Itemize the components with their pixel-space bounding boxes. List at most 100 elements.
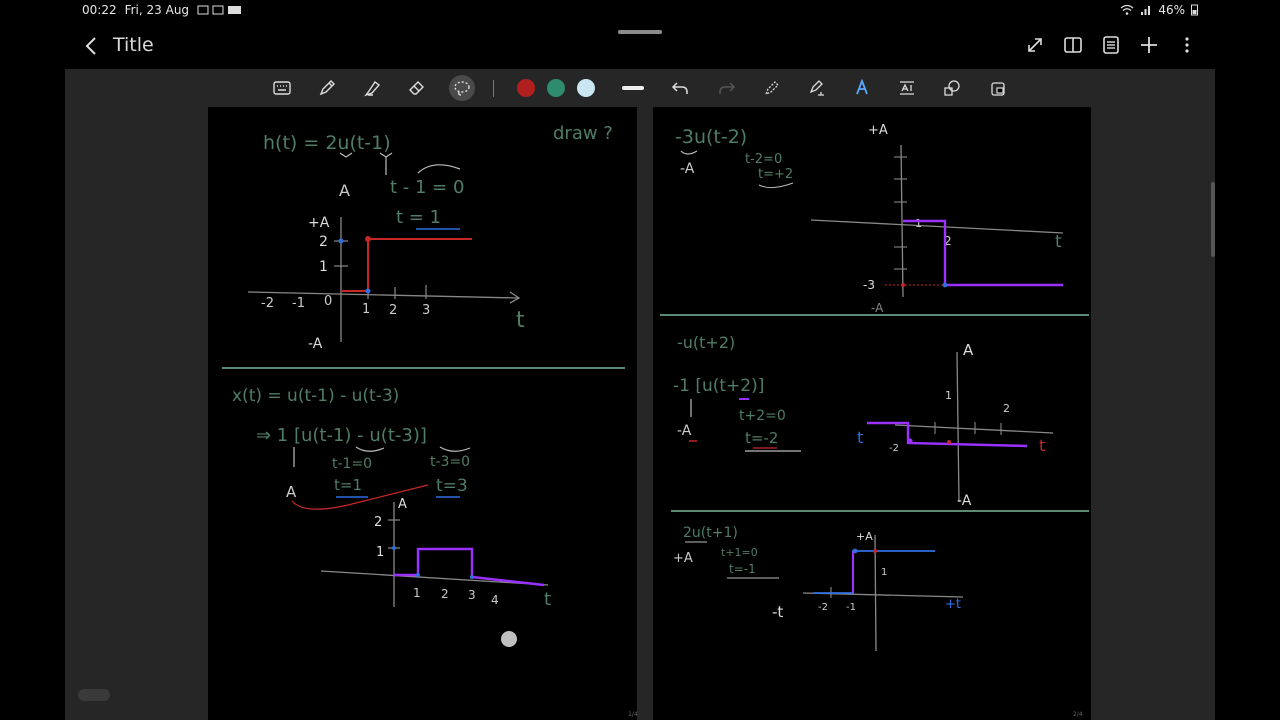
- p2-tick-1: 1: [915, 217, 922, 230]
- color-green-swatch[interactable]: [547, 79, 565, 97]
- page-number-1: 1/4: [628, 711, 638, 718]
- p3-plus-t: +t: [945, 597, 961, 612]
- shift-x-1: t-1=0: [332, 456, 372, 472]
- pen-icon[interactable]: [315, 76, 339, 100]
- equation-h: h(t) = 2u(t-1): [263, 132, 391, 154]
- wifi-icon: [1120, 4, 1134, 15]
- highlighter-icon[interactable]: [360, 76, 384, 100]
- p2-t-label: t: [1055, 232, 1062, 252]
- shift-p2b-1: t+2=0: [739, 408, 786, 424]
- p2b-two: 2: [1003, 402, 1010, 415]
- p2-minus-a: -A: [871, 301, 884, 315]
- expand-icon[interactable]: [1024, 34, 1046, 56]
- x-tick-neg2: -2: [261, 296, 274, 311]
- shift-x-3: t=1: [334, 476, 362, 494]
- label-A-2: A: [286, 483, 297, 501]
- back-arrow-icon[interactable]: [82, 34, 102, 58]
- more-icon[interactable]: [1176, 34, 1198, 56]
- page-2-drawing: -3u(t-2) -A t-2=0 t=+2 +A 1 2 t -3 -A -u…: [660, 123, 1089, 652]
- y-1-label-2: 1: [376, 545, 384, 560]
- color-red-swatch[interactable]: [517, 79, 535, 97]
- page-indicator-pill[interactable]: [78, 689, 110, 701]
- notification-icons: [197, 5, 242, 15]
- toolbar-separator: [493, 80, 494, 97]
- p3-neg2: -2: [818, 602, 828, 613]
- note-title[interactable]: Title: [113, 34, 154, 56]
- draw-question: draw ?: [553, 123, 613, 144]
- x-tick-1: 1: [362, 302, 370, 317]
- shift-p2b-2: t=-2: [745, 429, 778, 447]
- p2b-neg2: -2: [889, 443, 899, 454]
- add-icon[interactable]: [1138, 34, 1160, 56]
- battery-percent: 46%: [1158, 3, 1185, 17]
- equation-neg3u: -3u(t-2): [675, 126, 747, 148]
- note-page-2[interactable]: -3u(t-2) -A t-2=0 t=+2 +A 1 2 t -3 -A -u…: [653, 107, 1091, 720]
- vertical-scrollbar[interactable]: [1211, 182, 1215, 257]
- text-style-icon[interactable]: [850, 76, 874, 100]
- undo-icon[interactable]: [668, 76, 692, 100]
- note-page-1[interactable]: h(t) = 2u(t-1) draw ? A t - 1 = 0 t = 1 …: [208, 107, 638, 720]
- battery-icon: [1191, 4, 1198, 16]
- redo-icon[interactable]: [715, 76, 739, 100]
- p3-neg1: -1: [846, 602, 856, 613]
- x2-tick-1: 1: [413, 586, 421, 600]
- eraser-icon[interactable]: [405, 76, 429, 100]
- equation-2u: 2u(t+1): [683, 525, 738, 541]
- page-list-icon[interactable]: [1100, 34, 1122, 56]
- equation-x-factored: ⇒ 1 [u(t-1) - u(t-3)]: [256, 425, 427, 446]
- status-time: 00:22: [82, 3, 117, 17]
- line-width-icon[interactable]: [621, 76, 645, 100]
- text-convert-icon[interactable]: [895, 76, 919, 100]
- drag-handle[interactable]: [618, 30, 662, 34]
- page-number-2: 2/4: [1073, 711, 1083, 718]
- p2b-t-left: t: [857, 428, 863, 447]
- shift-eq-2: t = 1: [396, 207, 441, 228]
- label-A-1: A: [339, 181, 350, 200]
- p2-plus-a: +A: [868, 123, 888, 138]
- shift-p3-2: t=-1: [729, 562, 756, 576]
- equation-neg-u-factored: -1 [u(t+2)]: [673, 376, 764, 396]
- book-view-icon[interactable]: [1062, 34, 1084, 56]
- x-tick-2: 2: [389, 303, 397, 318]
- color-light-blue-swatch[interactable]: [577, 79, 595, 97]
- label-neg-A-1: -A: [680, 161, 695, 177]
- status-bar: 00:22 Fri, 23 Aug 46%: [0, 0, 1280, 22]
- y-a-label-2: A: [398, 497, 407, 512]
- y-minus-a-label: -A: [308, 336, 323, 352]
- shift-eq-1: t - 1 = 0: [390, 177, 464, 198]
- p2b-a-bottom: -A: [957, 493, 972, 509]
- pen-cursor: [501, 631, 517, 647]
- x-tick-neg1: -1: [292, 296, 305, 311]
- p2b-one: 1: [945, 389, 952, 402]
- page-1-drawing: h(t) = 2u(t-1) draw ? A t - 1 = 0 t = 1 …: [222, 123, 625, 610]
- y-2-label-2: 2: [374, 515, 382, 530]
- p2b-t-right: t: [1039, 436, 1045, 455]
- keyboard-icon[interactable]: [270, 76, 294, 100]
- text-pen-icon[interactable]: [805, 76, 829, 100]
- shapes-icon[interactable]: [940, 76, 964, 100]
- t-axis-label-2: t: [544, 589, 551, 610]
- shift-p3-1: t+1=0: [721, 546, 758, 559]
- p2b-a-top: A: [963, 341, 974, 359]
- x-tick-0: 0: [324, 294, 332, 309]
- lasso-icon[interactable]: [449, 75, 475, 101]
- t-axis-label-1: t: [516, 308, 525, 333]
- read-only-icon[interactable]: [986, 76, 1010, 100]
- status-date: Fri, 23 Aug: [124, 3, 190, 17]
- y-2-label: 2: [319, 234, 328, 250]
- label-neg-A-2: -A: [677, 423, 692, 439]
- x2-tick-2: 2: [441, 587, 449, 601]
- p2-minus3: -3: [863, 278, 875, 292]
- header-actions: [1024, 34, 1198, 56]
- x2-tick-3: 3: [468, 588, 476, 602]
- p3-plus-a: +A: [856, 530, 873, 543]
- x2-tick-4: 4: [491, 593, 499, 607]
- shift-x-4: t=3: [436, 476, 468, 496]
- equation-neg-u: -u(t+2): [677, 333, 735, 352]
- y-1-label: 1: [319, 259, 328, 275]
- y-plus-a-label: +A: [308, 215, 330, 231]
- p3-one: 1: [881, 567, 887, 578]
- p3-neg-t: -t: [772, 603, 783, 621]
- select-pen-icon[interactable]: [760, 76, 784, 100]
- shift-p2-1: t-2=0: [745, 152, 782, 167]
